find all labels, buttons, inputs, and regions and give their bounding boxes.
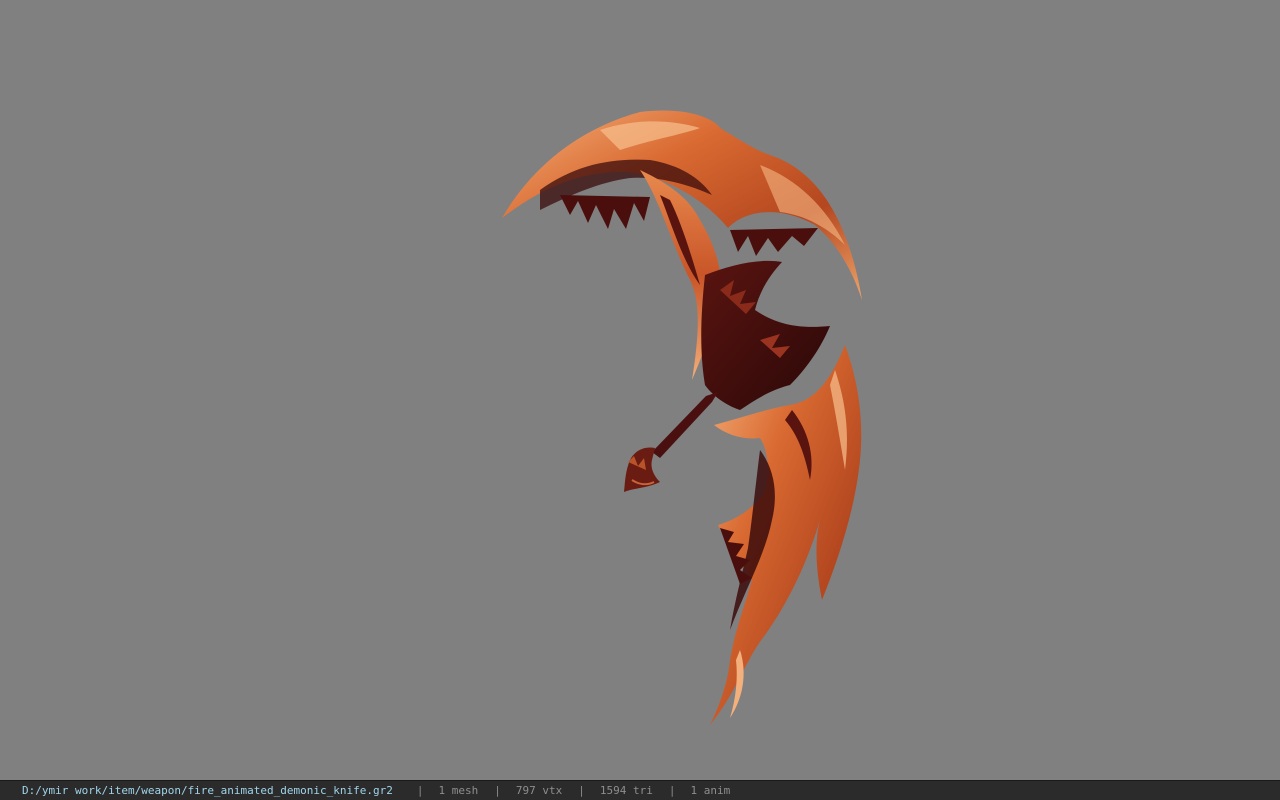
separator: | [494,784,501,797]
handle [624,392,718,492]
3d-viewport[interactable] [0,0,1280,780]
separator: | [578,784,585,797]
file-path-label: D:/ymir work/item/weapon/fire_animated_d… [22,784,393,797]
weapon-model[interactable] [0,0,1280,780]
status-bar: D:/ymir work/item/weapon/fire_animated_d… [0,780,1280,800]
separator: | [668,784,676,797]
triangle-count-label: 1594 tri [599,784,653,797]
anim-count-label: 1 anim [690,784,731,797]
separator: | [416,784,424,797]
vertex-count-label: 797 vtx [515,784,563,797]
mesh-count-label: 1 mesh [438,784,479,797]
